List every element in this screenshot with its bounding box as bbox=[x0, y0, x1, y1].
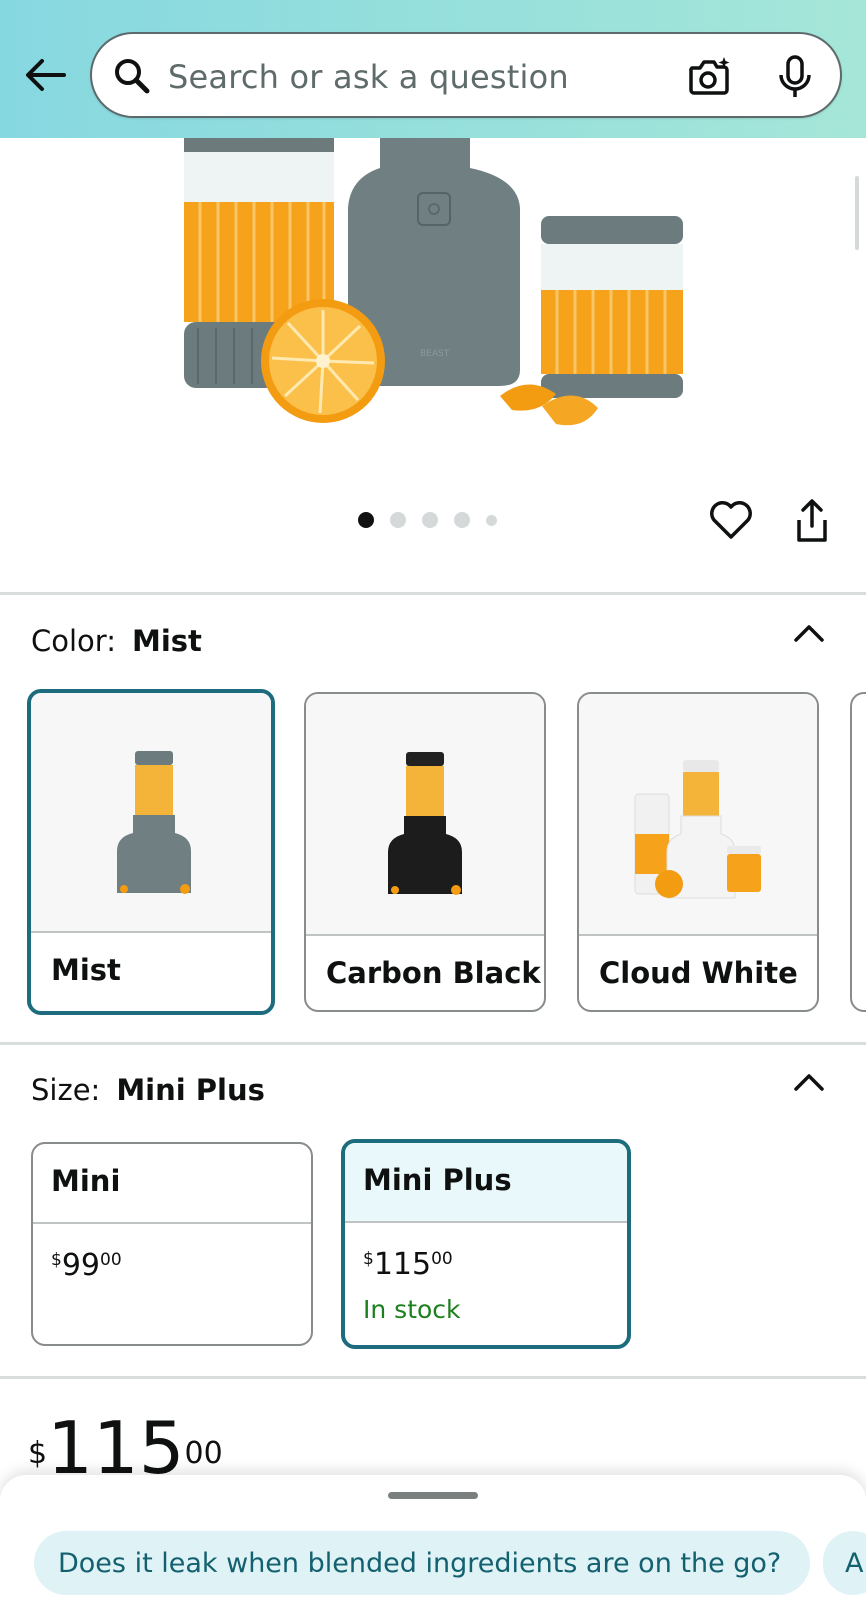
swatch-divider bbox=[306, 934, 544, 936]
swatch-divider bbox=[579, 934, 817, 936]
price-whole: 115 bbox=[373, 1247, 432, 1282]
pagination-dot[interactable] bbox=[454, 512, 470, 528]
pagination-dot[interactable] bbox=[486, 514, 497, 526]
price-whole: 99 bbox=[61, 1248, 101, 1283]
size-option-label: Mini bbox=[51, 1164, 121, 1198]
color-option-partial[interactable] bbox=[850, 692, 866, 1012]
orange-slice bbox=[261, 299, 385, 423]
gallery-pagination-dots[interactable] bbox=[358, 512, 497, 528]
size-option-divider bbox=[345, 1221, 627, 1223]
chevron-up-icon[interactable] bbox=[792, 1071, 826, 1093]
stock-status: In stock bbox=[363, 1295, 461, 1324]
swatch-divider bbox=[31, 931, 271, 933]
size-option-header: Mini Plus bbox=[345, 1143, 627, 1221]
swatch-image bbox=[31, 693, 271, 931]
swatch-image bbox=[306, 694, 544, 934]
section-divider bbox=[0, 1376, 866, 1379]
share-icon[interactable] bbox=[793, 498, 831, 544]
color-selected-value: Mist bbox=[131, 624, 202, 658]
chevron-up-icon[interactable] bbox=[792, 622, 826, 644]
section-divider bbox=[0, 592, 866, 595]
price-currency: $ bbox=[51, 1250, 62, 1270]
suggestion-chip[interactable]: Does it leak when blended ingredients ar… bbox=[34, 1531, 810, 1595]
pagination-dot[interactable] bbox=[390, 512, 406, 528]
size-option-label: Mini Plus bbox=[363, 1163, 512, 1197]
color-option-label: Mist bbox=[51, 953, 121, 987]
back-arrow-icon bbox=[26, 59, 66, 91]
search-icon bbox=[115, 59, 150, 94]
color-label-text: Color: bbox=[31, 624, 116, 658]
heart-icon[interactable] bbox=[708, 499, 754, 541]
size-label-text: Size: bbox=[31, 1073, 101, 1107]
color-option-carbon-black[interactable]: Carbon Black bbox=[304, 692, 546, 1012]
size-option-mini-plus[interactable]: Mini Plus $11500 In stock bbox=[341, 1139, 631, 1349]
brand-text: BEAST bbox=[420, 349, 450, 359]
color-option-mist[interactable]: Mist bbox=[27, 689, 275, 1015]
camera-icon[interactable] bbox=[686, 54, 732, 100]
sheet-drag-handle[interactable] bbox=[388, 1492, 478, 1499]
color-option-label: Cloud White bbox=[599, 956, 798, 990]
product-price: $11500 bbox=[28, 1412, 223, 1484]
pagination-dot[interactable] bbox=[422, 512, 438, 528]
size-label: Size: Mini Plus bbox=[31, 1073, 265, 1107]
search-input[interactable]: Search or ask a question bbox=[168, 58, 569, 96]
size-option-header: Mini bbox=[33, 1144, 311, 1222]
size-selected-value: Mini Plus bbox=[116, 1073, 265, 1107]
size-option-mini[interactable]: Mini $9900 bbox=[31, 1142, 313, 1346]
top-header: Search or ask a question bbox=[0, 0, 866, 138]
suggestions-sheet[interactable]: Does it leak when blended ingredients ar… bbox=[0, 1475, 866, 1600]
price-cents: 00 bbox=[184, 1436, 223, 1471]
price-cents: 00 bbox=[431, 1249, 453, 1269]
size-option-divider bbox=[33, 1222, 311, 1224]
blender-cup-right bbox=[541, 216, 683, 398]
pagination-dot[interactable] bbox=[358, 512, 374, 528]
size-option-price: $9900 bbox=[51, 1248, 122, 1283]
price-cents: 00 bbox=[100, 1250, 122, 1270]
search-bar[interactable]: Search or ask a question bbox=[90, 32, 842, 118]
suggestion-chip[interactable]: A bbox=[823, 1531, 866, 1595]
price-currency: $ bbox=[363, 1249, 374, 1269]
color-label: Color: Mist bbox=[31, 624, 202, 658]
price-currency: $ bbox=[28, 1436, 48, 1471]
color-option-label: Carbon Black bbox=[326, 956, 541, 990]
microphone-icon[interactable] bbox=[775, 54, 815, 100]
size-option-price: $11500 bbox=[363, 1247, 453, 1282]
image-scrollbar[interactable] bbox=[855, 176, 859, 250]
back-button[interactable] bbox=[22, 52, 68, 98]
swatch-image bbox=[579, 694, 817, 934]
section-divider bbox=[0, 1042, 866, 1045]
color-option-cloud-white[interactable]: Cloud White bbox=[577, 692, 819, 1012]
